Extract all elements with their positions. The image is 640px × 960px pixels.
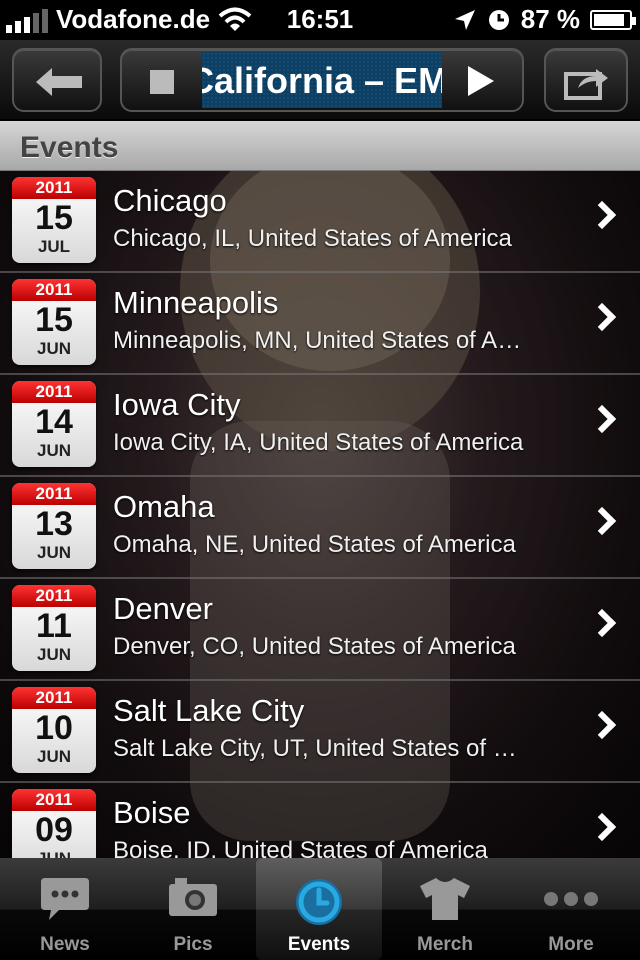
event-location: Chicago, IL, United States of America bbox=[113, 225, 512, 252]
tab-bar: News Pics Events Merch More bbox=[0, 858, 640, 960]
chevron-right-icon bbox=[587, 608, 617, 638]
chevron-right-icon bbox=[587, 302, 617, 332]
event-year: 2011 bbox=[12, 585, 96, 607]
tab-more[interactable]: More bbox=[508, 858, 634, 960]
event-city: Denver bbox=[113, 591, 213, 626]
calendar-date-icon: 2011 13 JUN bbox=[12, 483, 96, 569]
event-month: JUN bbox=[36, 339, 71, 358]
more-dots-icon bbox=[544, 892, 598, 906]
chevron-right-icon bbox=[587, 200, 617, 230]
event-day: 15 bbox=[35, 301, 73, 339]
battery-percent: 87 % bbox=[520, 4, 580, 34]
now-playing-title: California – EMA bbox=[202, 60, 442, 101]
section-title: Events bbox=[20, 131, 119, 164]
status-bar: Vodafone.de 16:51 87 % bbox=[0, 0, 640, 40]
tab-merch[interactable]: Merch bbox=[382, 858, 508, 960]
event-day: 15 bbox=[35, 199, 73, 237]
event-day: 09 bbox=[35, 811, 73, 849]
event-location: Omaha, NE, United States of America bbox=[113, 531, 516, 558]
top-toolbar: California – EMA bbox=[0, 40, 640, 120]
event-month: JUN bbox=[36, 747, 71, 766]
camera-icon bbox=[169, 878, 217, 916]
tab-news[interactable]: News bbox=[2, 858, 128, 960]
calendar-date-icon: 2011 15 JUL bbox=[12, 177, 96, 263]
event-row[interactable]: 2011 14 JUN Iowa City Iowa City, IA, United … bbox=[0, 375, 640, 477]
tab-label-events: Events bbox=[287, 934, 351, 955]
event-location: Boise, ID, United States of America bbox=[113, 837, 488, 859]
event-day: 11 bbox=[36, 607, 72, 645]
event-day: 10 bbox=[35, 709, 73, 747]
event-city: Chicago bbox=[113, 183, 227, 218]
tab-label-news: News bbox=[40, 934, 90, 955]
event-city: Omaha bbox=[113, 489, 215, 524]
event-row[interactable]: 2011 15 JUN Minneapolis Minneapolis, MN, Uni… bbox=[0, 273, 640, 375]
play-icon[interactable] bbox=[468, 66, 494, 96]
stop-icon[interactable] bbox=[150, 70, 174, 94]
event-city: Minneapolis bbox=[113, 285, 279, 320]
event-row[interactable]: 2011 09 JUN Boise Boise, ID, United States o… bbox=[0, 783, 640, 859]
event-year: 2011 bbox=[12, 279, 96, 301]
battery-fill bbox=[594, 13, 624, 26]
location-arrow-icon bbox=[454, 9, 475, 30]
audio-player: California – EMA bbox=[120, 48, 524, 112]
event-city: Iowa City bbox=[113, 387, 241, 422]
event-day: 14 bbox=[35, 403, 73, 441]
event-month: JUN bbox=[36, 645, 71, 664]
event-year: 2011 bbox=[12, 177, 96, 199]
event-day: 13 bbox=[35, 505, 73, 543]
event-city: Boise bbox=[113, 795, 191, 830]
now-playing-display: California – EMA bbox=[202, 52, 442, 108]
share-button[interactable] bbox=[544, 48, 628, 112]
tab-pics[interactable]: Pics bbox=[130, 858, 256, 960]
event-location: Minneapolis, MN, United States of A… bbox=[113, 327, 522, 354]
event-row[interactable]: 2011 10 JUN Salt Lake City Salt Lake City, U… bbox=[0, 681, 640, 783]
share-icon bbox=[564, 69, 608, 100]
event-year: 2011 bbox=[12, 483, 96, 505]
event-month: JUN bbox=[36, 543, 71, 562]
calendar-date-icon: 2011 10 JUN bbox=[12, 687, 96, 773]
status-right: 87 % bbox=[453, 4, 636, 35]
event-city: Salt Lake City bbox=[113, 693, 305, 728]
calendar-date-icon: 2011 09 JUN bbox=[12, 789, 96, 859]
clock-icon bbox=[296, 879, 342, 925]
chevron-right-icon bbox=[587, 506, 617, 536]
event-year: 2011 bbox=[12, 381, 96, 403]
event-month: JUN bbox=[36, 441, 71, 460]
section-header: Events bbox=[0, 121, 640, 171]
calendar-date-icon: 2011 11 JUN bbox=[12, 585, 96, 671]
event-location: Iowa City, IA, United States of America bbox=[113, 429, 524, 456]
event-location: Denver, CO, United States of America bbox=[113, 633, 516, 660]
calendar-date-icon: 2011 14 JUN bbox=[12, 381, 96, 467]
event-row[interactable]: 2011 13 JUN Omaha Omaha, NE, United States o… bbox=[0, 477, 640, 579]
tab-label-more: More bbox=[548, 934, 594, 955]
tab-label-merch: Merch bbox=[417, 934, 473, 955]
calendar-date-icon: 2011 15 JUN bbox=[12, 279, 96, 365]
event-year: 2011 bbox=[12, 687, 96, 709]
speech-bubble-icon bbox=[41, 878, 89, 920]
chevron-right-icon bbox=[587, 404, 617, 434]
event-row[interactable]: 2011 11 JUN Denver Denver, CO, United States… bbox=[0, 579, 640, 681]
chevron-right-icon bbox=[587, 710, 617, 740]
alarm-clock-icon bbox=[488, 9, 509, 30]
back-button[interactable] bbox=[12, 48, 102, 112]
event-location: Salt Lake City, UT, United States of … bbox=[113, 735, 517, 762]
event-year: 2011 bbox=[12, 789, 96, 811]
chevron-right-icon bbox=[587, 812, 617, 842]
tshirt-icon bbox=[420, 878, 470, 920]
tab-events[interactable]: Events bbox=[256, 858, 382, 960]
tab-label-pics: Pics bbox=[173, 934, 213, 955]
event-row[interactable]: 2011 15 JUL Chicago Chicago, IL, United Stat… bbox=[0, 171, 640, 273]
events-list: 2011 15 JUL Chicago Chicago, IL, United Stat… bbox=[0, 171, 640, 859]
event-month: JUL bbox=[37, 237, 71, 256]
battery-icon bbox=[590, 9, 636, 30]
back-arrow-icon bbox=[36, 68, 82, 96]
